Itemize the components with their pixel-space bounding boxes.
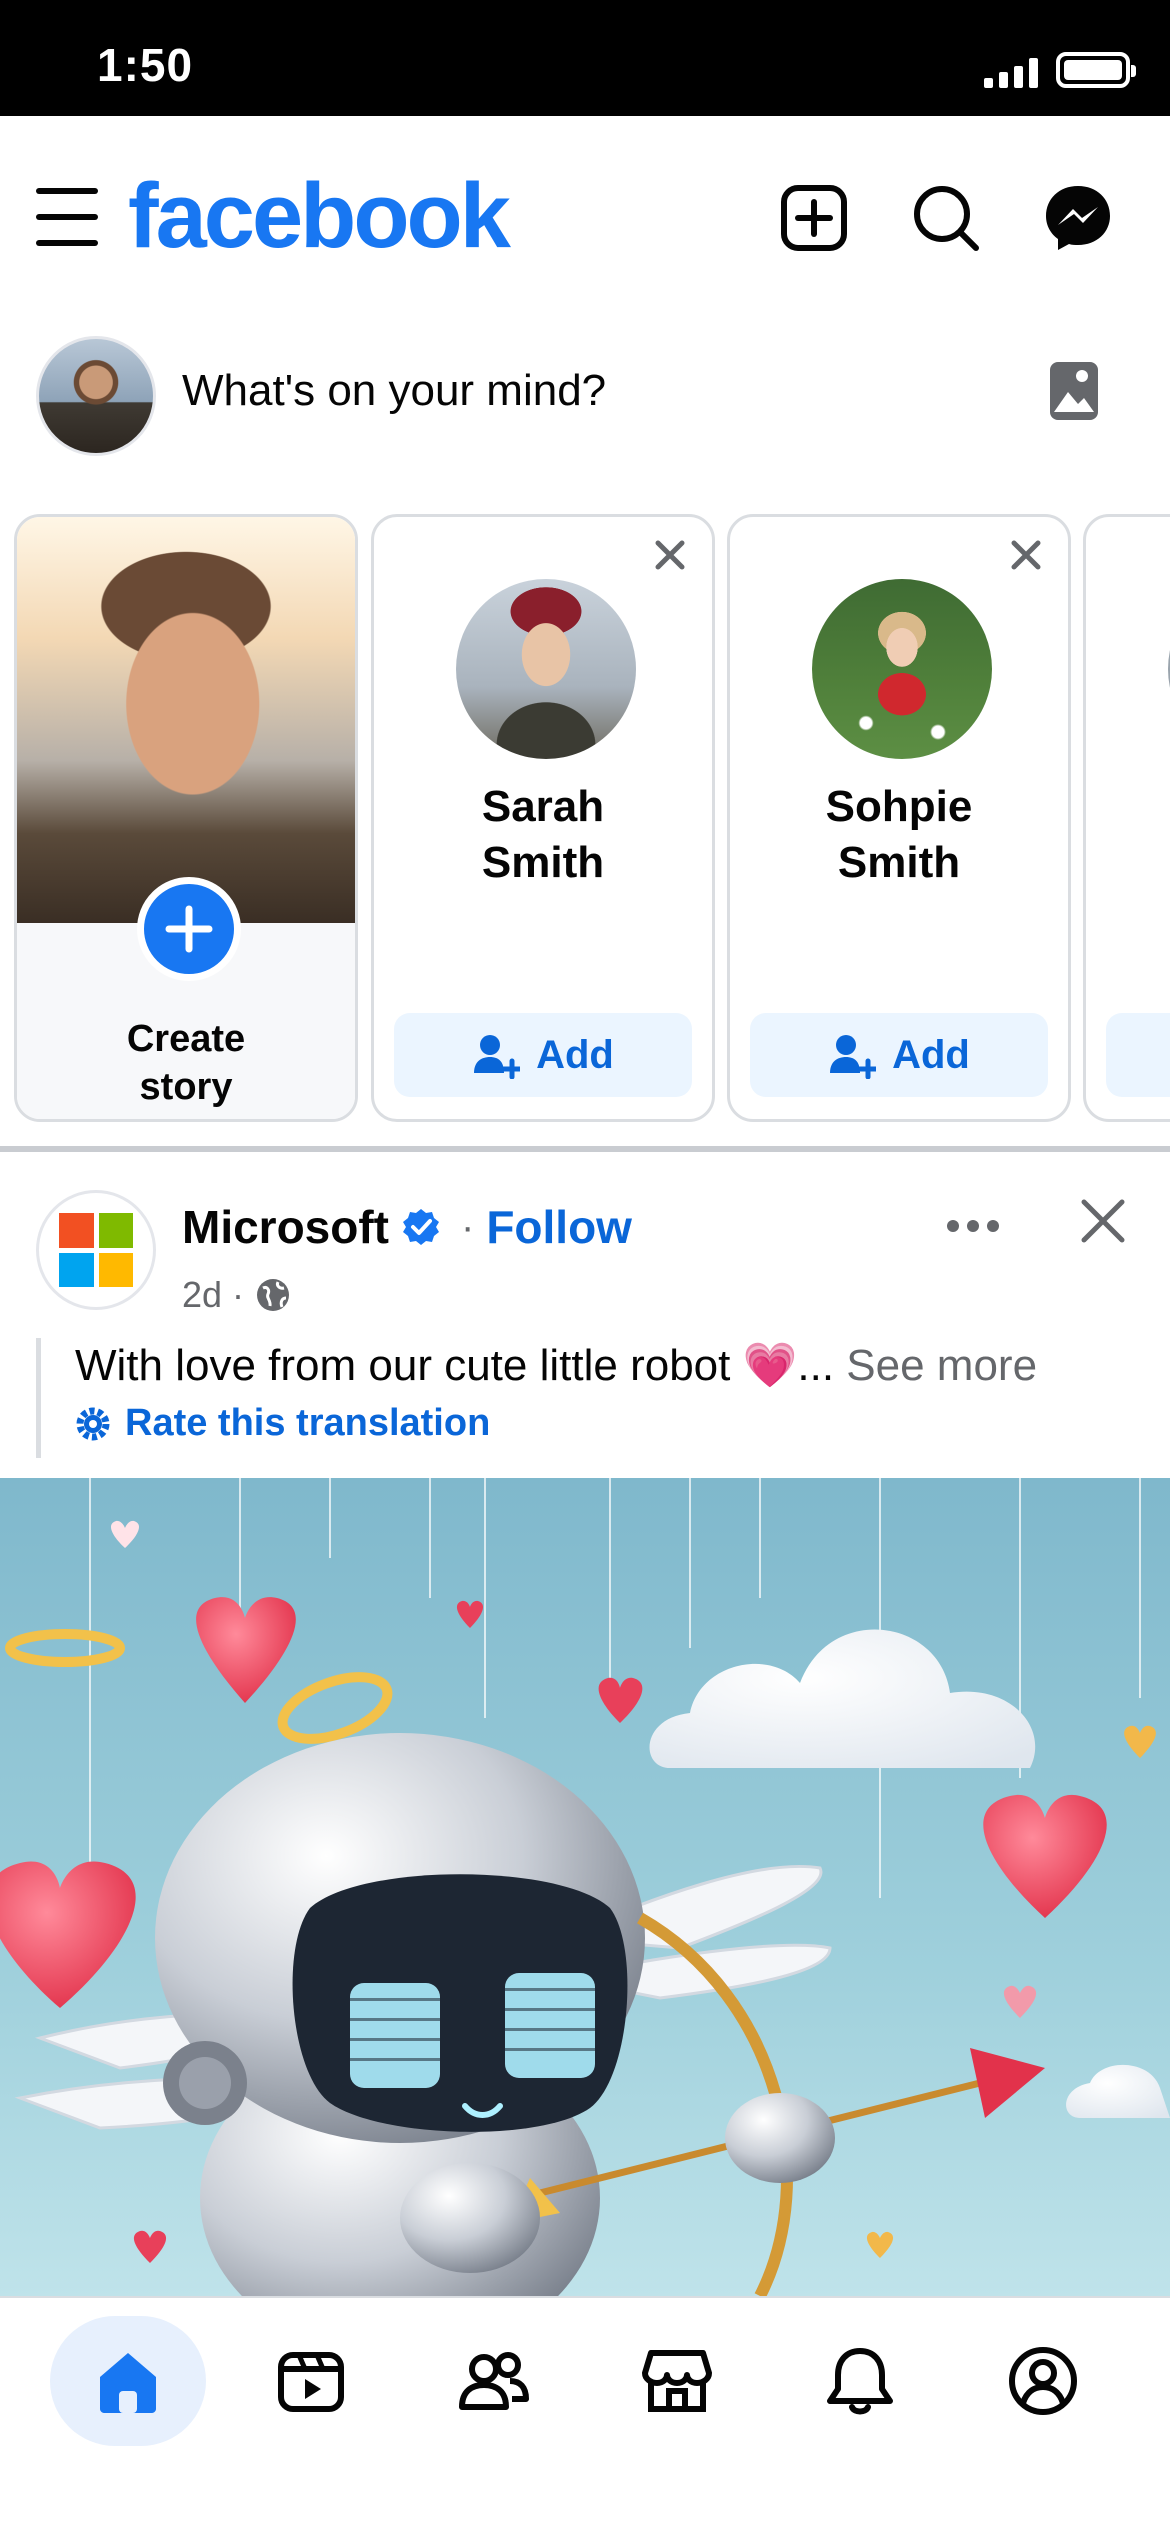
suggestion-avatar[interactable]	[812, 579, 992, 759]
add-friend-button[interactable]: Add	[394, 1013, 692, 1097]
rate-translation-link[interactable]: Rate this translation	[75, 1402, 1136, 1445]
hide-post-icon[interactable]	[1078, 1196, 1128, 1246]
signal-icon	[984, 58, 1038, 88]
menu-icon[interactable]	[36, 188, 98, 246]
follow-button[interactable]: Follow	[486, 1200, 632, 1254]
nav-notifications[interactable]	[782, 2316, 938, 2446]
add-friend-button[interactable]	[1106, 1013, 1170, 1097]
facebook-logo[interactable]: facebook	[128, 164, 511, 269]
profile-icon	[1009, 2347, 1077, 2415]
gear-icon	[76, 1407, 110, 1440]
my-story-photo	[17, 517, 355, 923]
add-button-label: Add	[536, 1032, 614, 1077]
close-icon[interactable]	[650, 535, 690, 575]
suggestion-name: Sarah Smith	[481, 782, 605, 887]
post-header: Microsoft · Follow 2d · With love from o…	[0, 1152, 1170, 1482]
messenger-icon[interactable]	[1042, 182, 1114, 254]
video-icon	[278, 2352, 344, 2412]
nav-video[interactable]	[233, 2316, 389, 2446]
bottom-navigation	[0, 2296, 1170, 2532]
close-icon[interactable]	[1006, 535, 1046, 575]
photo-icon[interactable]	[1048, 360, 1100, 422]
marketplace-icon	[642, 2350, 712, 2412]
top-header: facebook	[0, 116, 1170, 330]
suggestion-avatar[interactable]	[456, 579, 636, 759]
composer-placeholder[interactable]: What's on your mind?	[182, 366, 606, 416]
suggestion-name: Sohpie Smith	[825, 782, 973, 887]
friend-suggestion-card[interactable]	[1083, 514, 1170, 1122]
stories-carousel[interactable]: Create story Sarah Smith Add Sohpie Smit…	[0, 512, 1170, 1124]
microsoft-logo	[59, 1213, 133, 1287]
status-bar: 1:50	[0, 0, 1170, 116]
create-icon[interactable]	[778, 182, 850, 254]
verified-badge-icon	[403, 1209, 439, 1245]
separator-dot: ·	[461, 1204, 475, 1249]
add-story-icon[interactable]	[137, 877, 241, 981]
post-body: With love from our cute little robot 💗..…	[75, 1341, 835, 1390]
cupid-robot-illustration	[0, 1478, 1170, 2296]
add-friend-icon	[474, 1035, 521, 1079]
search-icon[interactable]	[910, 182, 982, 254]
post-composer[interactable]: What's on your mind?	[0, 330, 1170, 510]
battery-icon	[1056, 52, 1136, 88]
page-avatar[interactable]	[36, 1190, 156, 1310]
nav-marketplace[interactable]	[599, 2316, 755, 2446]
rate-translation-label: Rate this translation	[125, 1402, 491, 1444]
my-avatar[interactable]	[36, 336, 156, 456]
nav-friends[interactable]	[416, 2316, 572, 2446]
add-button-label: Add	[892, 1032, 970, 1077]
friends-icon	[459, 2352, 529, 2410]
status-icons	[984, 52, 1136, 88]
add-friend-icon	[830, 1035, 877, 1079]
home-icon	[100, 2353, 156, 2413]
post-text: With love from our cute little robot 💗..…	[75, 1338, 1136, 1394]
post-time[interactable]: 2d	[182, 1274, 222, 1316]
post-author-name[interactable]: Microsoft	[182, 1200, 389, 1254]
create-story-card[interactable]: Create story	[14, 514, 358, 1122]
globe-icon	[257, 1279, 290, 1311]
post-meta: 2d ·	[182, 1274, 292, 1316]
facebook-app-screen: 1:50 facebook What's on your mind? Creat…	[0, 0, 1170, 2532]
nav-home[interactable]	[50, 2316, 206, 2446]
post-image[interactable]	[0, 1478, 1170, 2296]
status-time: 1:50	[97, 39, 194, 91]
friend-suggestion-card[interactable]: Sohpie Smith Add	[727, 514, 1071, 1122]
post-translation-block: With love from our cute little robot 💗..…	[36, 1338, 1136, 1458]
separator-dot: ·	[232, 1274, 245, 1315]
nav-profile[interactable]	[965, 2316, 1121, 2446]
notifications-icon	[827, 2348, 893, 2415]
add-friend-button[interactable]: Add	[750, 1013, 1048, 1097]
see-more-link[interactable]: See more	[846, 1341, 1037, 1390]
create-story-label: Create story	[126, 1018, 246, 1108]
more-options-icon[interactable]	[946, 1214, 1000, 1238]
friend-suggestion-card[interactable]: Sarah Smith Add	[371, 514, 715, 1122]
post-author-row: Microsoft · Follow	[182, 1200, 632, 1254]
